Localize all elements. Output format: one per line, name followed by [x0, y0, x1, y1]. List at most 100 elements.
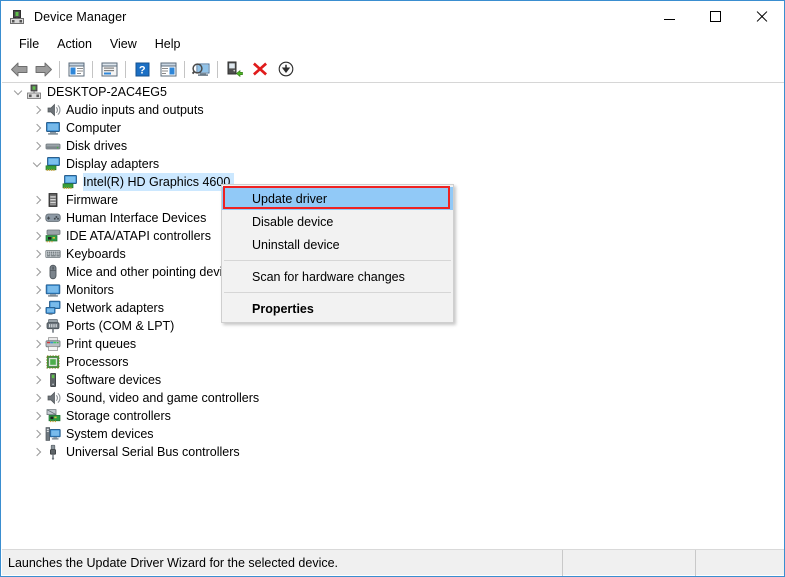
keyboard-icon — [45, 246, 61, 262]
menu-action[interactable]: Action — [48, 34, 101, 55]
toolbar-properties-button[interactable] — [97, 57, 121, 81]
tree-label: Software devices — [66, 371, 165, 389]
expander[interactable] — [29, 389, 45, 407]
toolbar-console-tree-button[interactable] — [64, 57, 88, 81]
close-button[interactable] — [738, 1, 784, 32]
context-menu-item-update-driver[interactable]: Update driver — [222, 187, 453, 210]
tree-label: Display adapters — [66, 155, 163, 173]
minimize-button[interactable] — [646, 1, 692, 32]
display-adapter-icon — [45, 156, 61, 172]
tree-row-storage-controllers[interactable]: Storage controllers — [2, 407, 784, 425]
toolbar-separator — [184, 61, 185, 78]
printer-icon — [45, 336, 61, 352]
expander[interactable] — [29, 407, 45, 425]
toolbar-back-button[interactable] — [7, 57, 31, 81]
tree-row-software-devices[interactable]: Software devices — [2, 371, 784, 389]
tree-row-computer[interactable]: Computer — [2, 119, 784, 137]
tree-row-display-adapters[interactable]: Display adapters — [2, 155, 784, 173]
context-menu-item-uninstall-device[interactable]: Uninstall device — [222, 233, 453, 256]
expander-root[interactable] — [10, 83, 26, 101]
tree-label-selected: Intel(R) HD Graphics 4600 — [83, 173, 234, 191]
menu-help[interactable]: Help — [146, 34, 190, 55]
maximize-button[interactable] — [692, 1, 738, 32]
forward-icon — [34, 62, 53, 77]
tree-row-sound-video-and-game-controllers[interactable]: Sound, video and game controllers — [2, 389, 784, 407]
tree-row-disk-drives[interactable]: Disk drives — [2, 137, 784, 155]
update-driver-icon — [226, 61, 243, 77]
chevron-right-icon — [32, 196, 40, 204]
expander[interactable] — [29, 119, 45, 137]
menu-bar: File Action View Help — [2, 32, 784, 56]
expander[interactable] — [29, 299, 45, 317]
usb-icon — [45, 444, 61, 460]
toolbar-update-driver-button[interactable] — [222, 57, 246, 81]
expander[interactable] — [29, 263, 45, 281]
expander[interactable] — [29, 443, 45, 461]
context-menu-item-properties[interactable]: Properties — [222, 297, 453, 320]
expander[interactable] — [29, 137, 45, 155]
tree-label: Disk drives — [66, 137, 131, 155]
toolbar-help-button[interactable]: ? — [130, 57, 154, 81]
expander[interactable] — [29, 317, 45, 335]
tree-row-processors[interactable]: Processors — [2, 353, 784, 371]
chevron-right-icon — [32, 412, 40, 420]
tree-label: Storage controllers — [66, 407, 175, 425]
context-menu[interactable]: Update driver Disable device Uninstall d… — [221, 184, 454, 323]
expander[interactable] — [29, 335, 45, 353]
toolbar-forward-button[interactable] — [31, 57, 55, 81]
expander[interactable] — [29, 155, 45, 173]
expander[interactable] — [29, 245, 45, 263]
close-icon — [755, 10, 768, 23]
tree-row-audio-inputs-and-outputs[interactable]: Audio inputs and outputs — [2, 101, 784, 119]
toolbar-uninstall-device-button[interactable] — [248, 57, 272, 81]
chevron-right-icon — [32, 250, 40, 258]
chevron-right-icon — [32, 430, 40, 438]
tree-label: Human Interface Devices — [66, 209, 210, 227]
tree-row-root[interactable]: DESKTOP-2AC4EG5 — [2, 83, 784, 101]
tree-label: Processors — [66, 353, 133, 371]
chevron-right-icon — [32, 232, 40, 240]
scan-for-hardware-changes-icon — [192, 61, 211, 77]
minimize-icon — [664, 19, 675, 20]
chevron-right-icon — [32, 142, 40, 150]
expander[interactable] — [29, 227, 45, 245]
menu-file[interactable]: File — [10, 34, 48, 55]
chevron-right-icon — [32, 106, 40, 114]
expander[interactable] — [29, 191, 45, 209]
toolbar-disable-device-button[interactable] — [274, 57, 298, 81]
tree-row-universal-serial-bus-controllers[interactable]: Universal Serial Bus controllers — [2, 443, 784, 461]
menu-view[interactable]: View — [101, 34, 146, 55]
tree-row-print-queues[interactable]: Print queues — [2, 335, 784, 353]
expander[interactable] — [29, 425, 45, 443]
status-pane-2 — [562, 550, 695, 576]
toolbar-separator — [92, 61, 93, 78]
back-icon — [10, 62, 29, 77]
toolbar-separator — [59, 61, 60, 78]
toolbar-scan-hardware-button[interactable] — [189, 57, 213, 81]
title-bar: Device Manager — [1, 1, 784, 32]
expander[interactable] — [29, 371, 45, 389]
tree-label: Audio inputs and outputs — [66, 101, 208, 119]
expander[interactable] — [29, 209, 45, 227]
toolbar-action-pane-button[interactable] — [156, 57, 180, 81]
context-menu-item-scan-for-hardware-changes[interactable]: Scan for hardware changes — [222, 265, 453, 288]
monitor-icon — [45, 282, 61, 298]
system-device-icon — [45, 426, 61, 442]
context-menu-item-disable-device[interactable]: Disable device — [222, 210, 453, 233]
chevron-right-icon — [32, 448, 40, 456]
status-pane-3 — [695, 550, 784, 576]
chevron-right-icon — [32, 340, 40, 348]
tree-label-root: DESKTOP-2AC4EG5 — [47, 83, 171, 101]
device-manager-window: Device Manager File Action View Help — [0, 0, 785, 577]
expander[interactable] — [29, 353, 45, 371]
software-device-icon — [45, 372, 61, 388]
hid-icon — [45, 210, 61, 226]
tree-label: Computer — [66, 119, 125, 137]
chevron-right-icon — [32, 124, 40, 132]
show-hide-action-pane-icon — [160, 62, 177, 77]
chevron-right-icon — [32, 268, 40, 276]
chevron-right-icon — [32, 376, 40, 384]
tree-row-system-devices[interactable]: System devices — [2, 425, 784, 443]
expander[interactable] — [29, 281, 45, 299]
expander[interactable] — [29, 101, 45, 119]
